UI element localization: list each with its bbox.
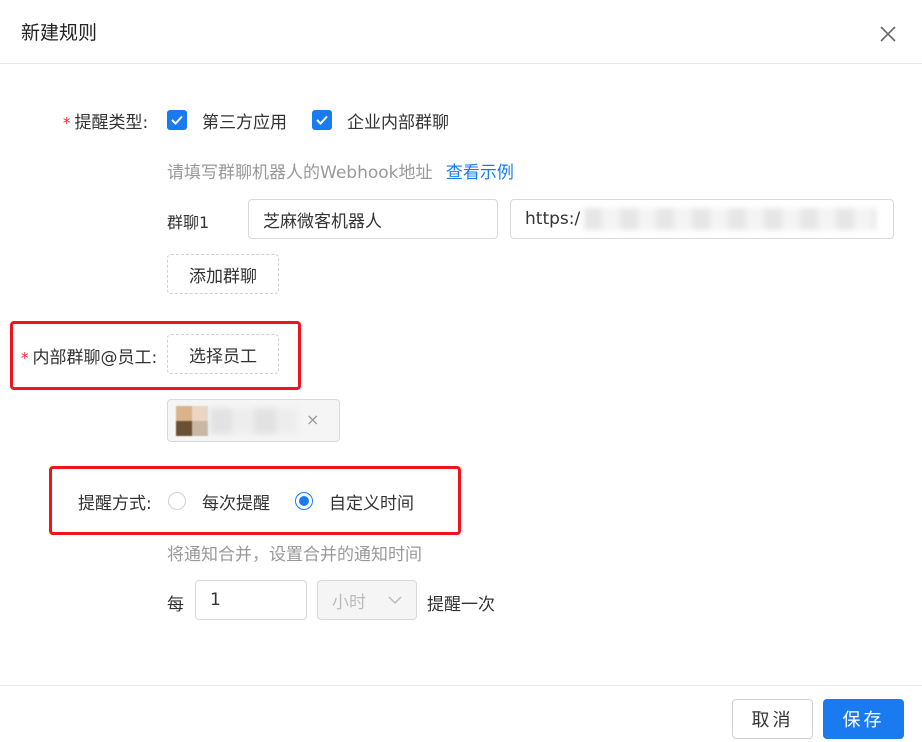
webhook-hint: 请填写群聊机器人的Webhook地址 查看示例 — [167, 158, 514, 183]
cancel-button[interactable]: 取消 — [732, 699, 813, 739]
remind-once-label: 提醒一次 — [427, 595, 495, 615]
chevron-down-icon — [388, 596, 402, 605]
option-every-time-label: 每次提醒 — [202, 494, 270, 514]
mention-staff-label: 内部群聊@员工: — [32, 348, 158, 368]
mention-staff-field-label: * 内部群聊@员工: — [21, 343, 157, 368]
view-example-link[interactable]: 查看示例 — [446, 163, 514, 183]
footer-divider — [0, 685, 922, 686]
dialog-title: 新建规则 — [21, 22, 98, 44]
merge-hint: 将通知合并，设置合并的通知时间 — [167, 545, 422, 565]
avatar — [176, 406, 208, 436]
staff-tag: × — [167, 399, 340, 442]
redacted-staff-name — [210, 408, 298, 434]
check-icon — [316, 115, 328, 125]
interval-value: 1 — [210, 590, 221, 610]
option-internal-group-label: 企业内部群聊 — [347, 113, 449, 133]
unit-select[interactable]: 小时 — [317, 580, 417, 620]
add-group-button[interactable]: 添加群聊 — [167, 254, 279, 294]
every-label: 每 — [167, 595, 184, 615]
redacted-url-mask — [584, 208, 877, 230]
unit-value: 小时 — [332, 592, 366, 613]
interval-input[interactable]: 1 — [195, 580, 307, 620]
header-divider — [0, 63, 922, 64]
webhook-url-input[interactable]: https:/ — [510, 199, 894, 239]
checkbox-internal-group[interactable] — [312, 110, 332, 130]
reminder-type-label: 提醒类型: — [74, 113, 149, 133]
required-asterisk: * — [63, 114, 71, 132]
tag-remove-icon[interactable]: × — [306, 410, 319, 429]
radio-custom-time[interactable] — [295, 492, 313, 510]
reminder-mode-label: 提醒方式: — [78, 494, 152, 514]
radio-every-time[interactable] — [168, 492, 186, 510]
select-staff-button[interactable]: 选择员工 — [167, 334, 279, 374]
check-icon — [171, 115, 183, 125]
group-1-label: 群聊1 — [167, 213, 210, 232]
save-button[interactable]: 保存 — [823, 699, 904, 739]
webhook-hint-text: 请填写群聊机器人的Webhook地址 — [167, 163, 433, 183]
close-icon[interactable] — [878, 24, 898, 44]
option-custom-time-label: 自定义时间 — [329, 494, 414, 514]
webhook-url-value: https:/ — [525, 209, 581, 229]
group-name-input[interactable]: 芝麻微客机器人 — [248, 199, 498, 239]
required-asterisk: * — [21, 349, 29, 367]
checkbox-third-party[interactable] — [167, 110, 187, 130]
option-third-party-label: 第三方应用 — [202, 113, 287, 133]
group-name-value: 芝麻微客机器人 — [263, 211, 382, 232]
reminder-type-field-label: * 提醒类型: — [63, 108, 148, 133]
